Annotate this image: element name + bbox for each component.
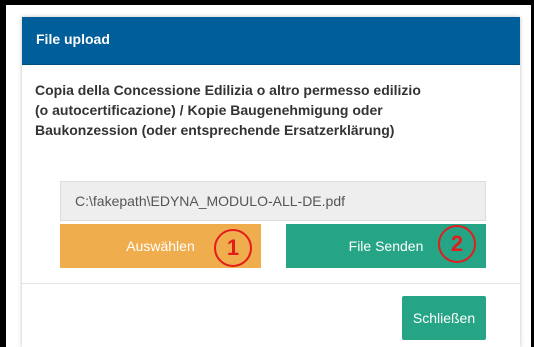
- dialog-title: File upload: [36, 31, 110, 47]
- file-path-field[interactable]: C:\fakepath\EDYNA_MODULO-ALL-DE.pdf: [60, 181, 486, 221]
- annotation-badge-2: 2: [438, 225, 476, 263]
- annotation-badge-1: 1: [214, 229, 252, 267]
- screenshot-frame: File upload Copia della Concessione Edil…: [0, 0, 534, 347]
- close-button[interactable]: Schließen: [402, 296, 486, 340]
- footer-divider: [22, 283, 520, 284]
- description-line: (o autocertificazione) / Kopie Baugenehm…: [35, 102, 383, 118]
- description-line: Copia della Concessione Edilizia o altro…: [35, 82, 421, 98]
- file-path-value: C:\fakepath\EDYNA_MODULO-ALL-DE.pdf: [75, 193, 345, 209]
- frame-border-top: [0, 0, 534, 5]
- description-line: Baukonzession (oder entsprechende Ersatz…: [35, 122, 395, 138]
- document-description: Copia della Concessione Edilizia o altro…: [35, 80, 485, 140]
- dialog-header: File upload: [22, 17, 520, 65]
- frame-border-left: [0, 0, 6, 347]
